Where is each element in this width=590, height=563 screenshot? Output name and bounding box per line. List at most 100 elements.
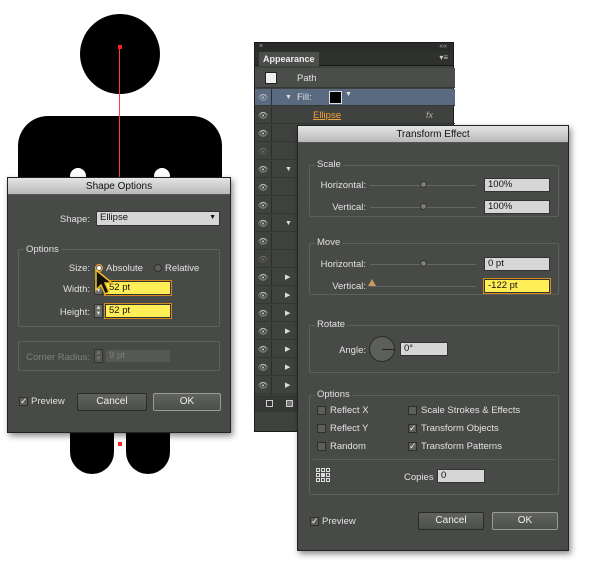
reflect-x-checkbox[interactable] (317, 406, 326, 415)
move-horizontal-input[interactable]: 0 pt (484, 257, 550, 271)
eye-icon[interactable]: 👁 (255, 323, 272, 340)
shape-options-dialog: Shape Options Shape: Ellipse ▼ Options S… (7, 177, 231, 433)
shape-options-title: Shape Options (8, 178, 230, 195)
scale-horizontal-slider-thumb[interactable] (420, 181, 427, 188)
transform-objects-checkbox[interactable]: ✓ (408, 424, 417, 433)
eye-icon[interactable]: 👁 (255, 215, 272, 232)
effect-row[interactable]: 👁 Ellipse fx (255, 107, 455, 124)
collapse-icon[interactable]: «« (439, 43, 447, 51)
move-vertical-label: Vertical: (332, 281, 366, 292)
move-horizontal-slider-thumb[interactable] (420, 260, 427, 267)
transform-effect-dialog: Transform Effect Scale Horizontal: 100% … (297, 125, 569, 551)
panel-menu-icon[interactable]: ▾≡ (439, 53, 448, 62)
figure-head (80, 14, 160, 94)
height-stepper[interactable]: ▲ ▼ (94, 304, 103, 318)
transform-patterns-label: Transform Patterns (421, 441, 502, 452)
new-fill-icon[interactable] (286, 400, 293, 407)
eye-icon[interactable]: 👁 (255, 269, 272, 286)
move-vertical-slider-thumb[interactable] (368, 279, 376, 286)
fill-row[interactable]: 👁 ▼ Fill: ▼ (255, 89, 455, 106)
reference-point-icon[interactable] (316, 468, 330, 482)
eye-icon[interactable]: 👁 (255, 341, 272, 358)
scale-horizontal-input[interactable]: 100% (484, 178, 550, 192)
expand-arrow-icon[interactable]: ▶ (285, 377, 290, 394)
expand-arrow-icon[interactable]: ▼ (285, 89, 292, 106)
scale-horizontal-label: Horizontal: (320, 180, 366, 191)
path-thumbnail-icon (265, 72, 277, 84)
eye-icon[interactable]: 👁 (255, 305, 272, 322)
cancel-button[interactable]: Cancel (77, 393, 147, 411)
size-label: Size: (68, 263, 90, 274)
shape-dropdown[interactable]: Ellipse ▼ (96, 211, 220, 226)
options-divider (313, 459, 555, 460)
expand-arrow-icon[interactable]: ▶ (285, 269, 290, 286)
close-icon[interactable]: × (259, 43, 263, 50)
reflect-y-label: Reflect Y (330, 423, 369, 434)
eye-icon[interactable]: 👁 (255, 287, 272, 304)
expand-arrow-icon[interactable]: ▶ (285, 323, 290, 340)
angle-dial[interactable] (369, 336, 395, 362)
fill-dropdown-icon[interactable]: ▼ (345, 91, 352, 98)
expand-arrow-icon[interactable]: ▶ (285, 305, 290, 322)
angle-input[interactable]: 0° (400, 342, 448, 356)
cancel-button[interactable]: Cancel (418, 512, 484, 530)
scale-strokes-checkbox[interactable] (408, 406, 417, 415)
transform-patterns-checkbox[interactable]: ✓ (408, 442, 417, 451)
preview-checkbox[interactable]: ✓ (19, 397, 28, 406)
new-art-icon[interactable] (266, 400, 273, 407)
eye-icon[interactable]: 👁 (255, 359, 272, 376)
shape-label: Shape: (59, 214, 90, 225)
eye-icon[interactable]: 👁 (255, 107, 272, 124)
scale-vertical-label: Vertical: (332, 202, 366, 213)
guide-bottom-anchor (118, 442, 122, 446)
reflect-y-checkbox[interactable] (317, 424, 326, 433)
height-label: Height: (59, 307, 90, 318)
corner-radius-label: Corner Radius: (26, 352, 90, 363)
copies-input[interactable]: 0 (437, 469, 485, 483)
effect-ellipse-link[interactable]: Ellipse (313, 110, 341, 121)
eye-icon[interactable]: 👁 (255, 251, 272, 268)
panel-tab-bar: Appearance ▾≡ (255, 51, 453, 66)
random-checkbox[interactable] (317, 442, 326, 451)
tab-appearance[interactable]: Appearance (259, 52, 319, 66)
rotate-group-label: Rotate (315, 319, 347, 330)
expand-arrow-icon[interactable]: ▼ (285, 215, 292, 232)
transform-guide-line (119, 48, 120, 178)
corner-radius-input[interactable]: 9 pt (105, 349, 171, 363)
transform-objects-label: Transform Objects (421, 423, 499, 434)
mouse-pointer-icon (95, 268, 115, 296)
guide-top-anchor (118, 45, 122, 49)
expand-arrow-icon[interactable]: ▶ (285, 287, 290, 304)
height-input[interactable]: 52 pt (104, 303, 172, 319)
fill-swatch[interactable] (329, 91, 342, 104)
eye-icon[interactable]: 👁 (255, 125, 272, 142)
eye-icon[interactable]: 👁 (255, 161, 272, 178)
expand-arrow-icon[interactable]: ▼ (285, 161, 292, 178)
relative-radio[interactable] (154, 264, 162, 272)
options-group-label: Options (24, 244, 61, 255)
ok-button[interactable]: OK (492, 512, 558, 530)
ok-button[interactable]: OK (153, 393, 221, 411)
eye-icon[interactable]: 👁 (255, 233, 272, 250)
eye-icon[interactable]: 👁 (255, 377, 272, 394)
eye-icon[interactable]: 👁 (255, 89, 272, 106)
eye-icon[interactable]: 👁 (255, 179, 272, 196)
panel-top-bar: × «« (255, 43, 453, 51)
eye-icon[interactable]: 👁 (255, 143, 272, 160)
scale-strokes-label: Scale Strokes & Effects (421, 405, 521, 416)
scale-vertical-slider-thumb[interactable] (420, 203, 427, 210)
corner-radius-stepper[interactable]: ▲ ▼ (94, 349, 103, 363)
move-vertical-slider[interactable] (370, 286, 476, 287)
fill-label: Fill: (297, 92, 312, 103)
random-label: Random (330, 441, 366, 452)
expand-arrow-icon[interactable]: ▶ (285, 359, 290, 376)
expand-arrow-icon[interactable]: ▶ (285, 341, 290, 358)
path-row[interactable]: Path (255, 68, 455, 88)
angle-dial-needle (382, 349, 394, 350)
preview-checkbox[interactable]: ✓ (310, 517, 319, 526)
fx-icon: fx (426, 110, 434, 120)
eye-icon[interactable]: 👁 (255, 197, 272, 214)
move-horizontal-label: Horizontal: (320, 259, 366, 270)
move-vertical-input[interactable]: -122 pt (483, 278, 551, 294)
scale-vertical-input[interactable]: 100% (484, 200, 550, 214)
